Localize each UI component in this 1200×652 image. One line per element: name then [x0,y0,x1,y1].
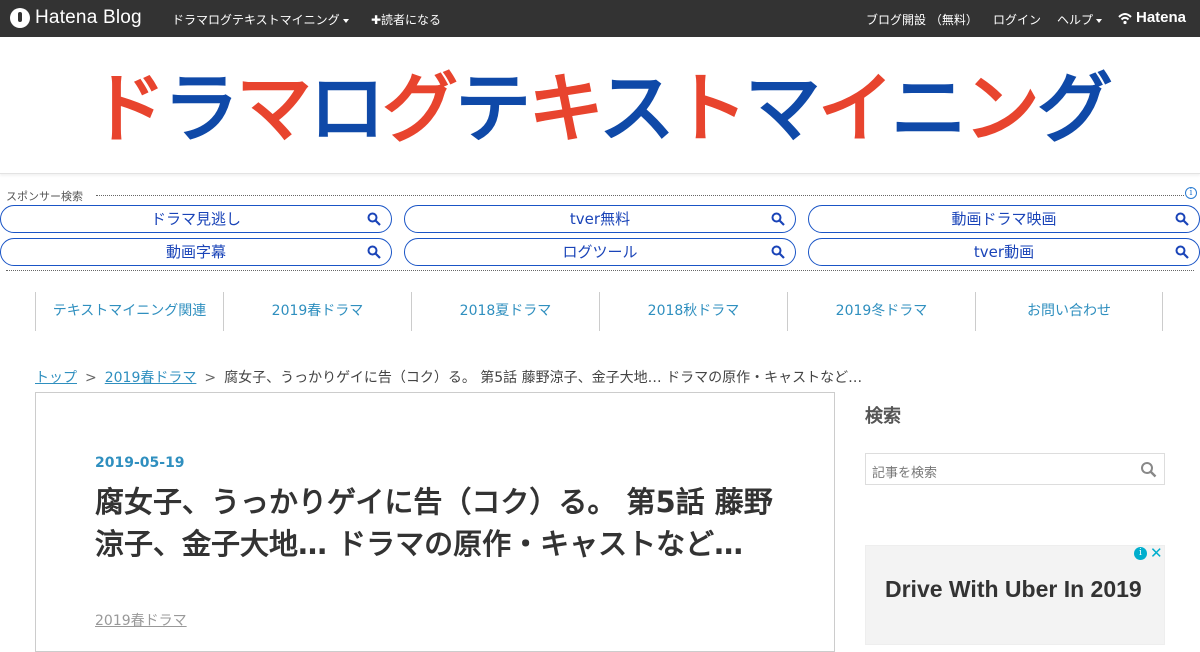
sidebar-search-heading: 検索 [865,406,901,427]
breadcrumb-top-link[interactable]: トップ [35,370,77,386]
hatena-blog-logo-text: Hatena Blog [35,7,142,28]
hatena-blog-logo-icon [10,8,30,28]
blog-title-char: マ [236,64,309,153]
sponsor-term-label: 動画ドラマ映画 [951,210,1057,228]
sponsor-term-label: ドラマ見逃し [150,210,241,228]
blog-header-banner: ドラマログテキストマイニング [0,37,1200,174]
category-link[interactable]: 2018夏ドラマ [411,292,599,331]
category-link[interactable]: 2019冬ドラマ [787,292,975,331]
sponsor-search-term[interactable]: tver無料 [404,205,796,233]
sidebar-search-box[interactable]: 記事を検索 [865,453,1165,485]
breadcrumb-separator: > [204,370,217,386]
category-link[interactable]: 2018秋ドラマ [599,292,787,331]
sponsor-search-term[interactable]: ドラマ見逃し [0,205,392,233]
subscribe-button[interactable]: ✚読者になる [371,11,441,28]
sponsor-search-term[interactable]: tver動画 [808,238,1200,266]
ad-info-icon[interactable]: i [1134,547,1147,560]
search-icon [771,212,785,226]
breadcrumb-category-link[interactable]: 2019春ドラマ [105,370,197,386]
hatena-link[interactable]: Hatena [1136,9,1186,26]
article-date[interactable]: 2019-05-19 [95,455,185,471]
breadcrumb-current: 腐女子、うっかりゲイに告（コク）る。 第5話 藤野涼子、金子大地… ドラマの原作… [224,370,863,386]
blog-title-char: ン [964,64,1037,153]
sponsor-search-term[interactable]: 動画字幕 [0,238,392,266]
blog-title-char: ニ [891,64,964,153]
help-label: ヘルプ [1057,13,1094,27]
blog-title-logo[interactable]: ドラマログテキストマイニング [40,57,1160,157]
blog-title-char: グ [1037,64,1112,153]
hatena-global-header: Hatena Blog ドラマログテキストマイニング ✚読者になる ブログ開設 … [0,0,1200,37]
chevron-down-icon [342,18,349,23]
sponsor-search-label: スポンサー検索 [6,188,87,204]
blog-title-char: テ [455,64,528,153]
blog-title-char: マ [745,64,818,153]
close-icon[interactable]: ✕ [1150,544,1163,562]
sponsor-search-term[interactable]: ログツール [404,238,796,266]
category-link[interactable]: 2019春ドラマ [223,292,411,331]
category-nav: テキストマイニング関連 2019春ドラマ 2018夏ドラマ 2018秋ドラマ 2… [35,292,1163,331]
sponsor-term-label: tver無料 [569,210,631,228]
category-link[interactable]: お問い合わせ [975,292,1163,331]
blog-title-char: イ [818,64,891,153]
breadcrumb: トップ >2019春ドラマ > 腐女子、うっかりゲイに告（コク）る。 第5話 藤野涼子… [35,367,862,387]
divider [6,270,1194,271]
info-icon[interactable]: i [1185,187,1197,199]
blog-title: ドラマログテキストマイニング [90,64,1112,153]
search-icon [1175,245,1189,259]
article-category-link[interactable]: 2019春ドラマ [95,610,187,630]
article-card: 2019-05-19 腐女子、うっかりゲイに告（コク）る。 第5話 藤野涼子、金… [35,392,835,652]
breadcrumb-separator: > [85,370,97,386]
blog-menu-dropdown[interactable]: ドラマログテキストマイニング [172,11,349,28]
ad-headline[interactable]: Drive With Uber In 2019 [885,574,1145,604]
blog-title-char: グ [382,64,457,153]
search-icon[interactable] [1140,461,1157,478]
blog-title-char: ラ [163,64,236,153]
search-input[interactable]: 記事を検索 [872,462,937,481]
blog-title-char: ド [90,64,163,153]
sidebar-ad[interactable]: i ✕ Drive With Uber In 2019 [865,544,1165,645]
chevron-down-icon [1096,18,1103,23]
sponsor-search-term[interactable]: 動画ドラマ映画 [808,205,1200,233]
help-dropdown[interactable]: ヘルプ [1057,11,1103,28]
blog-title-char: ト [672,64,745,153]
hatena-blog-logo[interactable]: Hatena Blog [10,7,142,29]
blog-title-char: ロ [309,64,382,153]
sponsor-term-label: ログツール [562,243,638,261]
login-link[interactable]: ログイン [993,11,1041,28]
hatena-wifi-icon [1118,13,1132,25]
sponsor-term-label: 動画字幕 [165,243,226,261]
search-icon [367,212,381,226]
blog-menu-label: ドラマログテキストマイニング [172,13,340,27]
search-icon [367,245,381,259]
article-title[interactable]: 腐女子、うっかりゲイに告（コク）る。 第5話 藤野涼子、金子大地… ドラマの原作… [95,481,795,565]
search-icon [771,245,785,259]
blog-title-char: ス [599,64,672,153]
divider [96,195,1184,196]
category-link[interactable]: テキストマイニング関連 [35,292,223,331]
blog-title-char: キ [528,64,599,153]
start-blog-link[interactable]: ブログ開設 （無料） [866,11,978,28]
sponsor-term-label: tver動画 [973,243,1035,261]
search-icon [1175,212,1189,226]
